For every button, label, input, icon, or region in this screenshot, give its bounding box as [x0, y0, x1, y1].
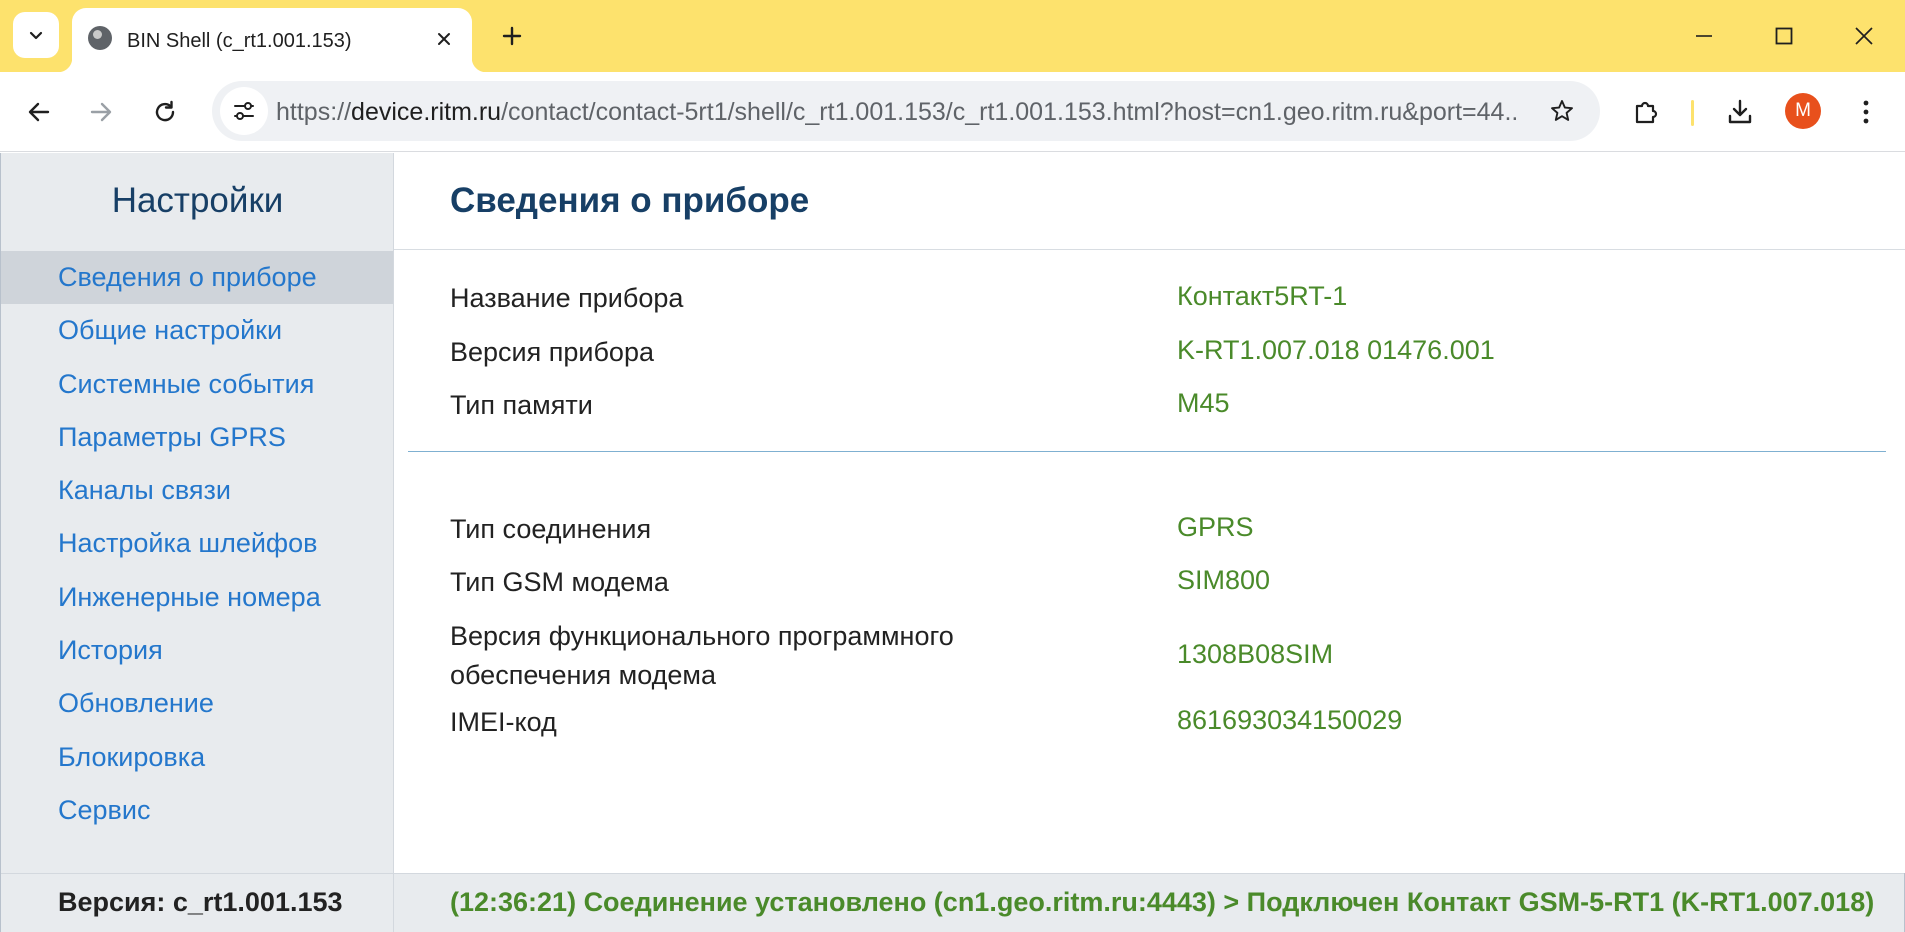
sidebar-title: Настройки	[111, 181, 284, 220]
info-label: Тип памяти	[450, 390, 593, 420]
info-value: SIM800	[1177, 565, 1271, 595]
tab-title: BIN Shell (c_rt1.001.153)	[127, 30, 352, 52]
sidebar-item-device-info[interactable]: Сведения о приборе	[1, 251, 393, 305]
info-label: IMEI-код	[450, 707, 557, 737]
browser-tab-strip: BIN Shell (c_rt1.001.153)	[0, 0, 1905, 72]
sidebar-item-system-events[interactable]: Системные события	[1, 358, 393, 411]
sidebar-item-update[interactable]: Обновление	[1, 677, 393, 730]
shell-version: Версия: c_rt1.001.153	[58, 887, 343, 917]
browser-tab[interactable]: BIN Shell (c_rt1.001.153)	[58, 8, 486, 72]
content-header: Сведения о приборе	[394, 153, 1905, 250]
sidebar-item-general-settings[interactable]: Общие настройки	[1, 304, 393, 357]
status-footer: Версия: c_rt1.001.153 (12:36:21) Соедине…	[1, 873, 1904, 932]
reload-icon	[155, 100, 175, 122]
extensions-button[interactable]	[1624, 90, 1668, 134]
connection-status: (12:36:21) Соединение установлено (cn1.g…	[450, 887, 1875, 917]
back-button[interactable]	[17, 90, 61, 134]
browser-toolbar: https://device.ritm.ru/contact/contact-5…	[0, 72, 1905, 152]
info-value: K-RT1.007.018 01476.001	[1177, 335, 1495, 365]
close-icon	[1855, 27, 1873, 45]
sidebar-item-engineering-numbers[interactable]: Инженерные номера	[1, 571, 393, 624]
sidebar-item-lock[interactable]: Блокировка	[1, 731, 393, 784]
site-info-button[interactable]	[220, 87, 268, 135]
info-value: 1308B08SIM	[1177, 639, 1334, 669]
tab-search-button[interactable]	[13, 12, 59, 58]
info-value: GPRS	[1177, 512, 1254, 542]
reload-button[interactable]	[143, 90, 187, 134]
sidebar-nav: Сведения о приборе Общие настройки Систе…	[1, 251, 393, 837]
page: Настройки Сведения о приборе Общие настр…	[0, 153, 1905, 932]
info-label: Версия функционального программного обес…	[450, 621, 954, 690]
downloads-button[interactable]	[1718, 90, 1762, 134]
new-tab-button[interactable]	[497, 16, 527, 56]
maximize-button[interactable]	[1761, 14, 1807, 58]
browser-menu-button[interactable]	[1844, 90, 1888, 134]
globe-icon	[88, 26, 112, 50]
minimize-icon	[1696, 35, 1712, 37]
maximize-icon	[1775, 27, 1793, 45]
puzzle-icon	[1635, 101, 1658, 124]
info-value: M45	[1177, 388, 1230, 418]
forward-button[interactable]	[79, 90, 123, 134]
info-value: 861693034150029	[1177, 705, 1403, 735]
star-icon	[1551, 100, 1573, 121]
window-close-button[interactable]	[1841, 14, 1887, 58]
profile-avatar[interactable]: M	[1785, 93, 1821, 129]
chevron-down-icon	[29, 31, 43, 40]
download-icon	[1728, 99, 1752, 124]
info-label: Название прибора	[450, 283, 684, 313]
url-text[interactable]: https://device.ritm.ru/contact/contact-5…	[276, 98, 1516, 127]
sidebar-item-history[interactable]: История	[1, 624, 393, 677]
footer-divider	[393, 874, 394, 932]
main-content: Сведения о приборе Название прибора Конт…	[394, 153, 1905, 873]
url-host: device.ritm.ru	[351, 98, 502, 126]
tab-close-button[interactable]	[429, 24, 459, 54]
url-path: /contact/contact-5rt1/shell/c_rt1.001.15…	[501, 98, 1516, 126]
sidebar-item-service[interactable]: Сервис	[1, 784, 393, 837]
arrow-right-icon	[90, 102, 112, 122]
page-title: Сведения о приборе	[450, 181, 810, 220]
tune-icon	[234, 102, 254, 120]
plus-icon	[502, 26, 522, 46]
bookmark-button[interactable]	[1542, 91, 1582, 131]
info-value: Контакт5RT-1	[1177, 281, 1348, 311]
info-label: Версия прибора	[450, 337, 654, 367]
sidebar-item-communication-channels[interactable]: Каналы связи	[1, 464, 393, 517]
info-label: Тип GSM модема	[450, 567, 669, 597]
sidebar-item-loop-settings[interactable]: Настройка шлейфов	[1, 517, 393, 570]
address-bar[interactable]: https://device.ritm.ru/contact/contact-5…	[212, 81, 1600, 141]
close-icon	[438, 33, 450, 45]
minimize-button[interactable]	[1681, 14, 1727, 58]
toolbar-separator	[1691, 100, 1694, 126]
sidebar-item-gprs-parameters[interactable]: Параметры GPRS	[1, 411, 393, 464]
info-label: Тип соединения	[450, 514, 652, 544]
sidebar: Настройки Сведения о приборе Общие настр…	[1, 153, 394, 873]
url-scheme: https://	[276, 98, 352, 126]
arrow-left-icon	[28, 102, 50, 122]
more-vertical-icon	[1863, 100, 1869, 124]
section-divider	[408, 451, 1886, 452]
